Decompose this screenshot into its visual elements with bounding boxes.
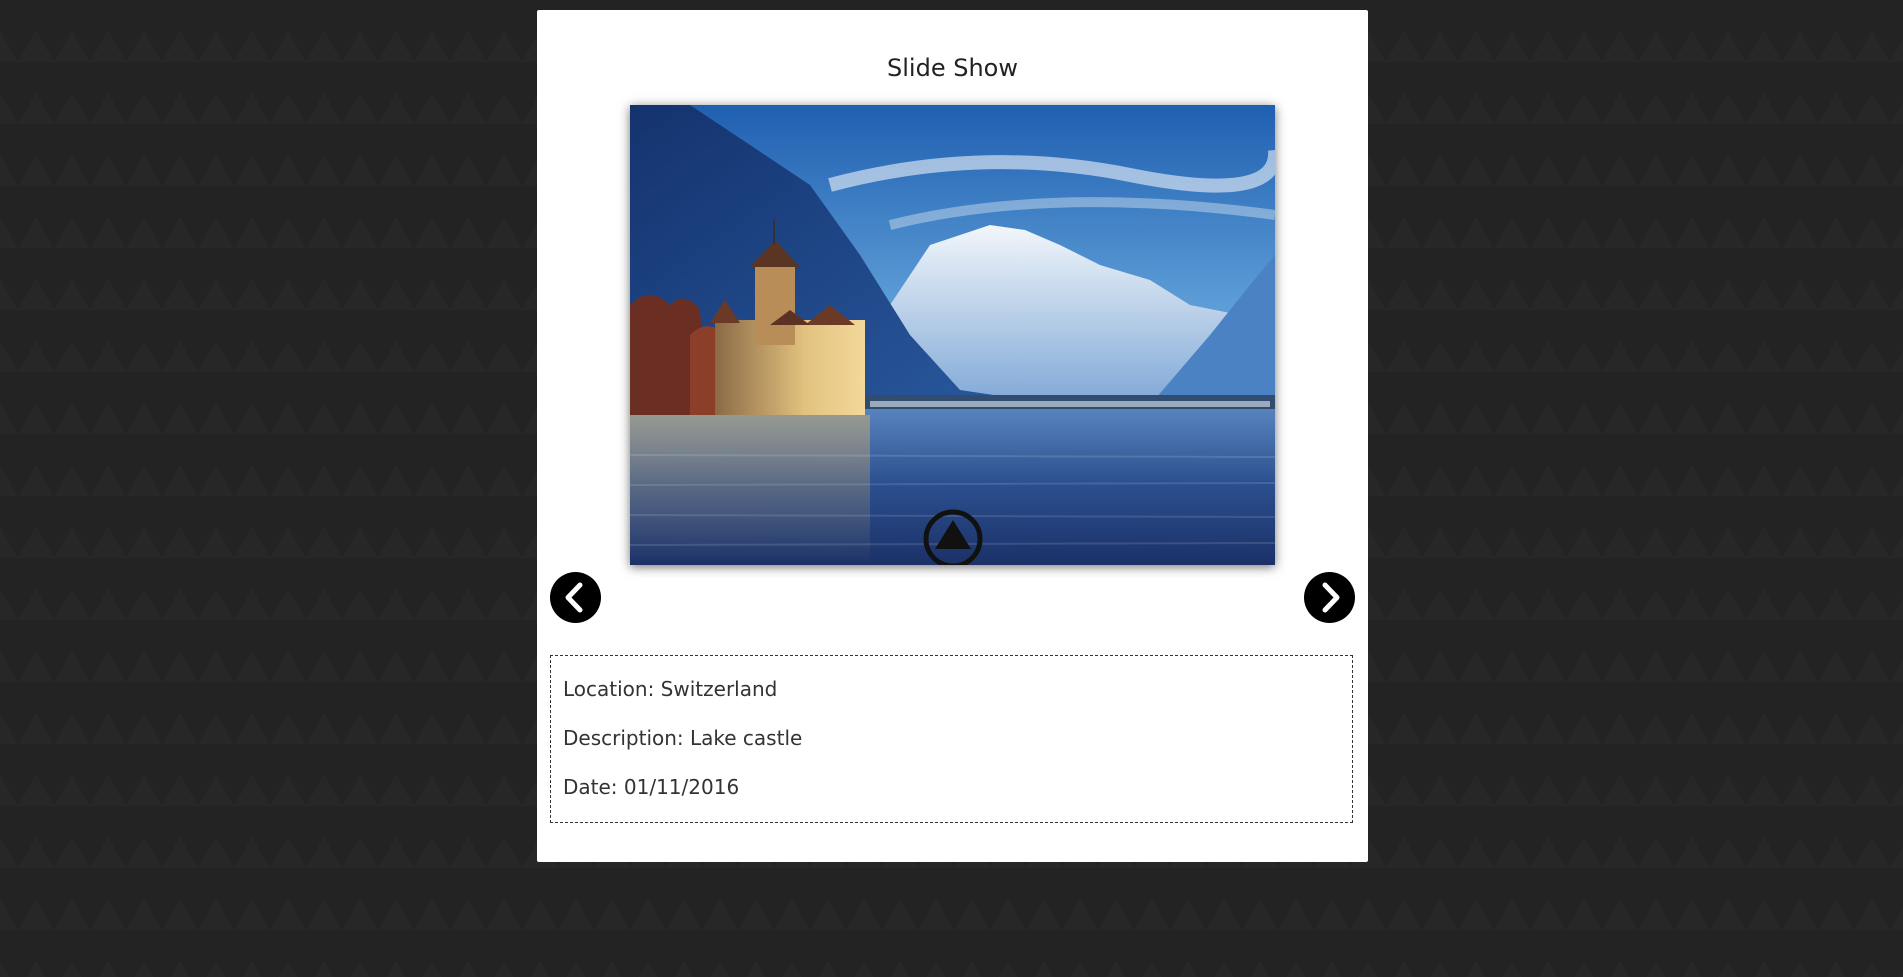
location-text: Location: Switzerland xyxy=(563,677,778,701)
slide-image xyxy=(630,105,1275,565)
chevron-right-icon[interactable] xyxy=(1304,572,1355,623)
slide-info-box: Location: Switzerland Description: Lake … xyxy=(550,655,1353,823)
date-text: Date: 01/11/2016 xyxy=(563,775,740,799)
description-text: Description: Lake castle xyxy=(563,726,803,750)
page-title: Slide Show xyxy=(887,54,1018,82)
play-up-triangle-icon[interactable] xyxy=(922,508,984,565)
slideshow-card: Slide Show Location: Switzerland Descrip… xyxy=(537,10,1368,862)
slide-picture xyxy=(630,105,1275,565)
chevron-left-icon[interactable] xyxy=(550,572,601,623)
